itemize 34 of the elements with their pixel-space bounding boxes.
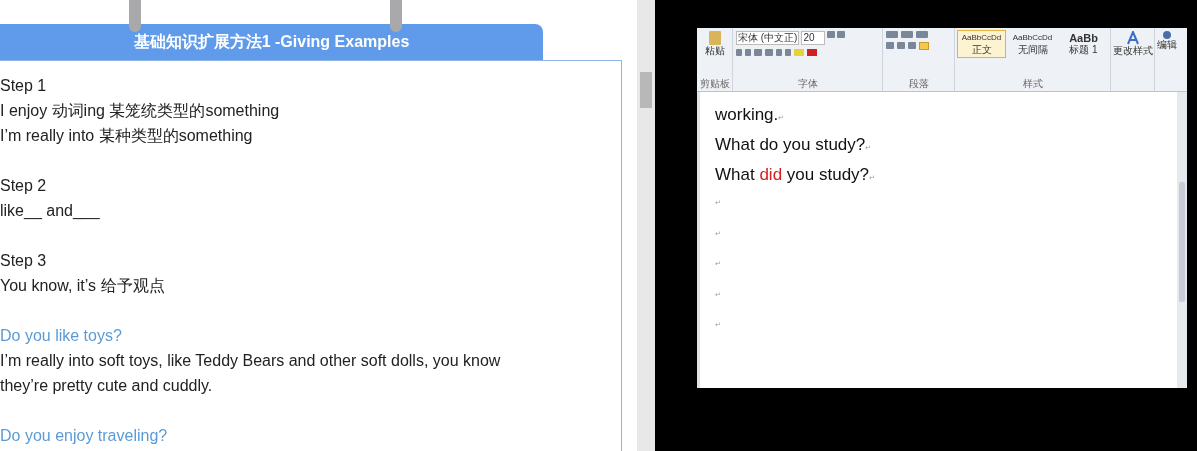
lesson-line: like__ and___ (0, 201, 101, 222)
document-line: working. (715, 104, 779, 126)
change-styles-button[interactable]: 更改样式 (1111, 28, 1155, 91)
lesson-line: Step 1 (0, 76, 48, 96)
lesson-line: Step 3 (0, 251, 48, 271)
document-line: What do you study? (715, 134, 866, 156)
document-scrollbar[interactable] (1177, 92, 1187, 388)
scrollbar[interactable] (637, 0, 655, 451)
style-option[interactable]: AaBbCcDd 无间隔 (1008, 30, 1057, 58)
group-label: 剪贴板 (699, 78, 730, 90)
scroll-thumb[interactable] (640, 72, 652, 108)
group-label: 字体 (797, 78, 818, 90)
group-label: 样式 (1022, 78, 1043, 90)
editing-button[interactable]: 编辑 (1155, 28, 1179, 91)
scroll-thumb[interactable] (1179, 182, 1185, 302)
lesson-line: I enjoy 动词ing 某笼统类型的something (0, 101, 281, 121)
styles-icon (1125, 31, 1140, 45)
font-size-field[interactable]: 20 (801, 31, 826, 45)
lesson-title: 基础知识扩展方法1 -Giving Examples (133, 32, 410, 52)
question-text: Do you like toys? (0, 326, 123, 346)
style-option[interactable]: AaBb 标题 1 (1059, 30, 1108, 58)
clip-icon (129, 0, 141, 32)
style-option[interactable]: AaBbCcDd 正文 (957, 30, 1006, 58)
document-line: What did you study? (715, 164, 870, 186)
clip-icon (390, 0, 402, 32)
paste-button[interactable]: 粘贴 (704, 31, 725, 57)
group-label: 段落 (908, 78, 929, 90)
lesson-line: I’m really into 某种类型的something (0, 126, 254, 146)
question-text: Do you enjoy traveling? (0, 426, 169, 446)
lesson-line: You know, it’s 给予观点 (0, 276, 166, 296)
lesson-line: they’re pretty cute and cuddly. (0, 376, 214, 396)
lesson-line: I’m really into soft toys, like Teddy Bears and other soft dolls, you know (0, 351, 502, 371)
font-name-field[interactable]: 宋体 (中文正) (736, 31, 800, 45)
lesson-line: Step 2 (0, 176, 48, 196)
